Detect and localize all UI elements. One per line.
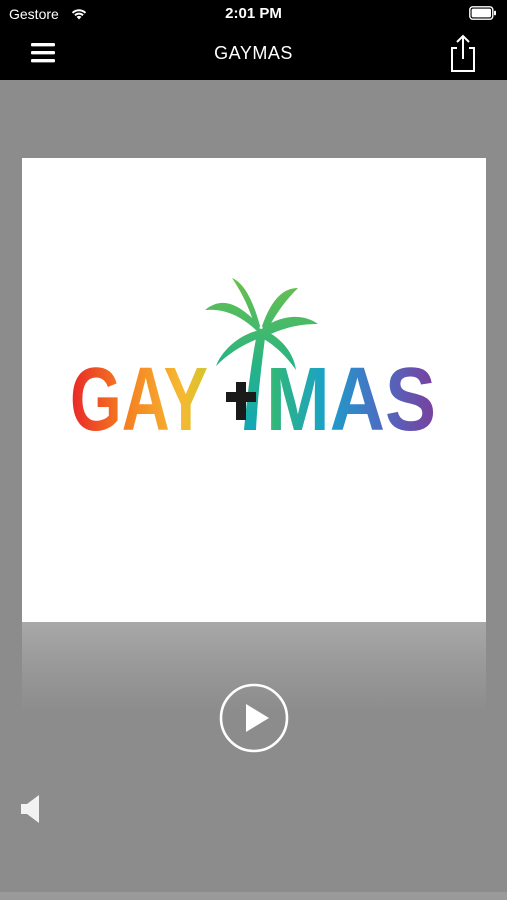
play-icon[interactable]: [219, 683, 289, 753]
status-time: 2:01 PM: [225, 5, 282, 22]
battery-icon: [469, 6, 496, 20]
status-bar: Gestore 2:01 PM: [0, 0, 507, 28]
svg-text:MAS: MAS: [266, 350, 436, 450]
svg-text:GAY: GAY: [70, 350, 208, 450]
share-icon[interactable]: [447, 32, 479, 74]
nav-bar: GAYMAS: [0, 28, 507, 80]
page-title: GAYMAS: [214, 43, 293, 63]
gaymas-logo: GAY MAS: [70, 278, 436, 450]
bottom-strip: [0, 892, 507, 900]
station-artwork: GAY MAS: [22, 158, 486, 622]
speaker-icon[interactable]: [19, 793, 45, 825]
